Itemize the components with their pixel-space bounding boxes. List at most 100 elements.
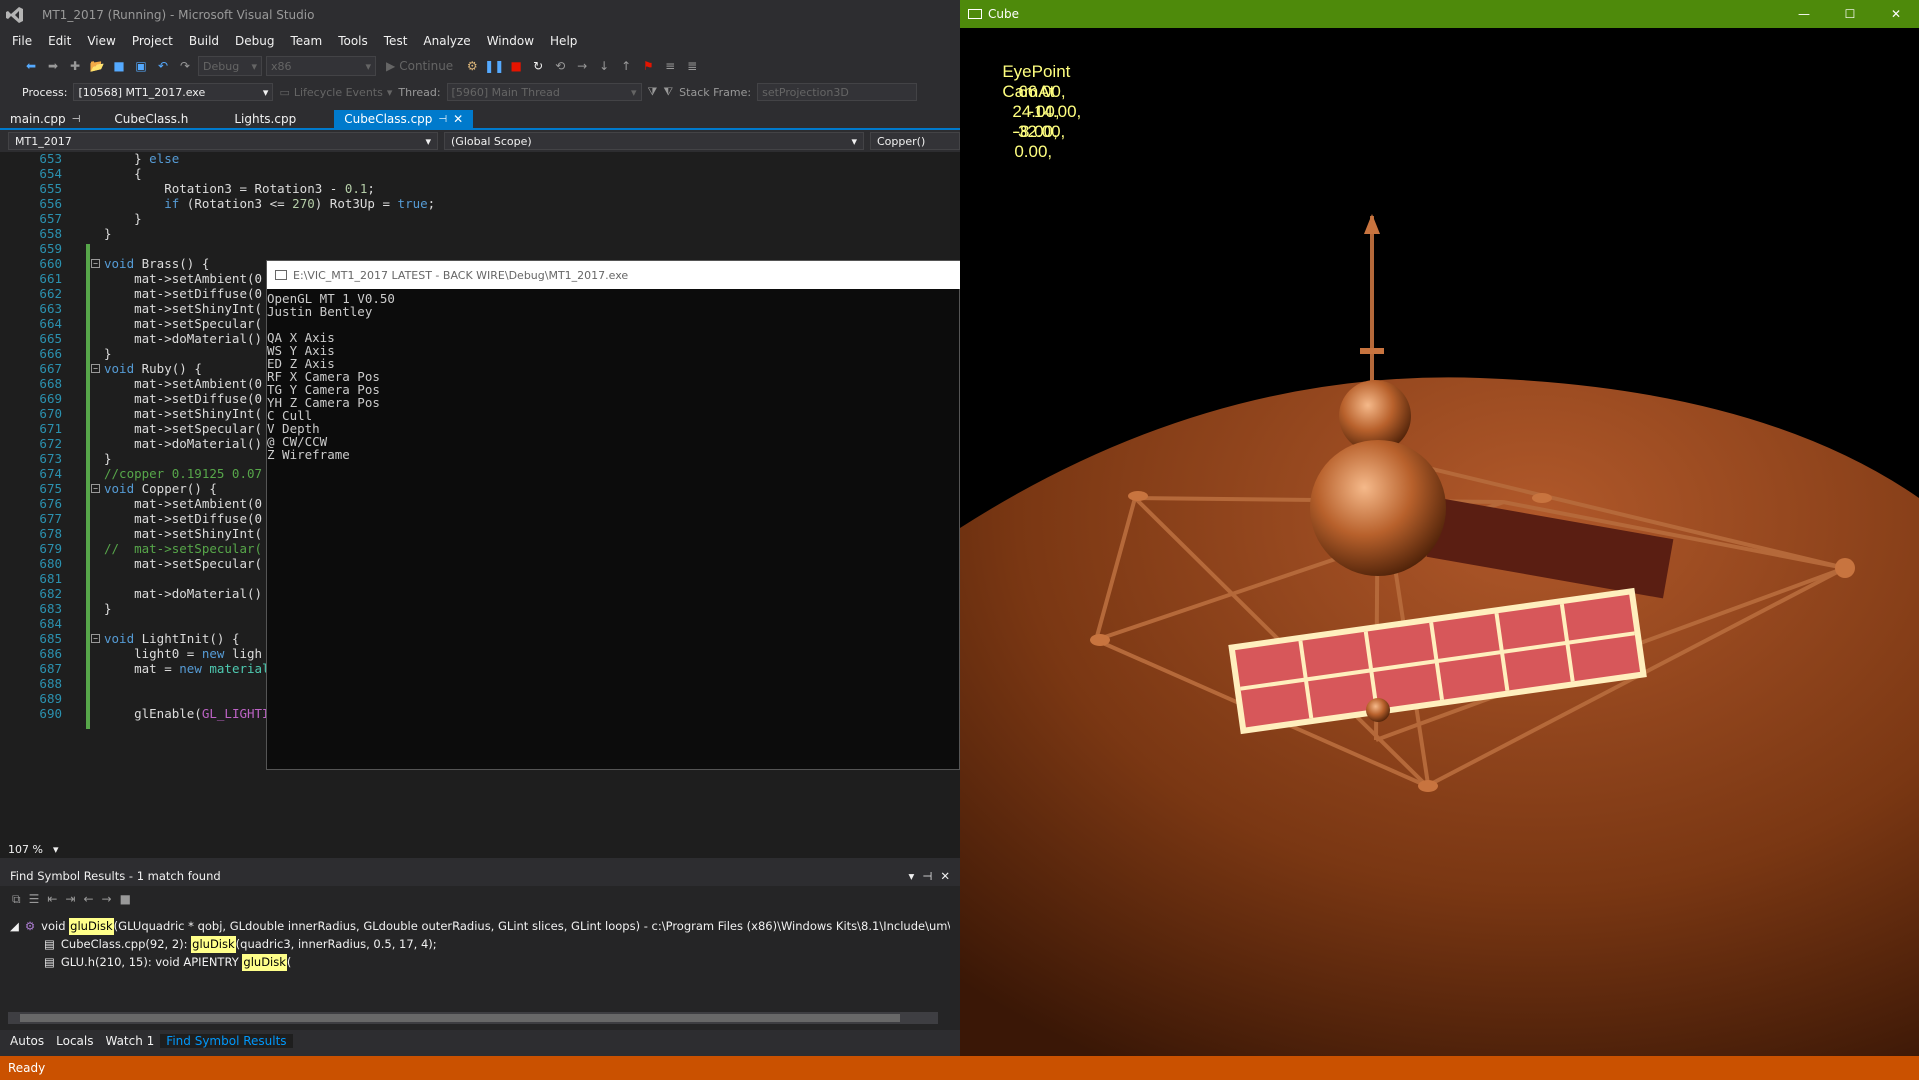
fold-toggle-icon[interactable]: − bbox=[91, 364, 100, 373]
symbol-result-row[interactable]: ◢ ⚙ void gluDisk (GLUquadric * qobj, GLd… bbox=[10, 918, 950, 935]
code-line: } bbox=[104, 601, 112, 616]
close-icon[interactable]: ✕ bbox=[453, 112, 463, 126]
uncomment-icon[interactable]: ≣ bbox=[683, 57, 701, 75]
tab-watch-1[interactable]: Watch 1 bbox=[99, 1034, 160, 1048]
menu-window[interactable]: Window bbox=[479, 30, 542, 52]
expand-arrow-icon[interactable]: ◢ bbox=[10, 918, 19, 935]
cube-window[interactable]: Cube — ☐ ✕ EyePoint 66.00, 24.00, -32.00… bbox=[960, 0, 1919, 1072]
expand-icon[interactable]: ⇥ bbox=[65, 892, 75, 906]
close-button[interactable]: ✕ bbox=[1873, 7, 1919, 21]
symbol-reference-row[interactable]: ▤ GLU.h(210, 15): void APIENTRY gluDisk … bbox=[44, 954, 291, 971]
tab-locals[interactable]: Locals bbox=[50, 1034, 99, 1048]
clear-icon[interactable]: ☰ bbox=[29, 892, 40, 906]
config-select[interactable]: Debug ▾ bbox=[198, 56, 262, 76]
menu-tools[interactable]: Tools bbox=[330, 30, 376, 52]
member-select[interactable]: Copper() bbox=[870, 132, 960, 150]
find-symbol-toolbar: ⧉ ☰ ⇤ ⇥ ← → ■ bbox=[0, 888, 960, 910]
flag-thread-icon[interactable]: ⧨ bbox=[663, 85, 673, 99]
open-file-icon[interactable]: 📂 bbox=[88, 57, 106, 75]
chevron-down-icon: ▾ bbox=[365, 59, 371, 73]
lifecycle-events-button[interactable]: ▭ Lifecycle Events ▾ bbox=[279, 86, 392, 99]
scrollbar-thumb[interactable] bbox=[20, 1014, 900, 1022]
tab-main-cpp[interactable]: main.cpp ⊣ bbox=[0, 110, 90, 128]
menu-test[interactable]: Test bbox=[376, 30, 416, 52]
vs-window-title: MT1_2017 (Running) - Microsoft Visual St… bbox=[42, 8, 315, 22]
filter-icon[interactable]: ⧩ bbox=[648, 85, 658, 99]
tab-lights-cpp[interactable]: Lights.cpp bbox=[198, 110, 306, 128]
previous-icon[interactable]: ← bbox=[83, 892, 93, 906]
scope-select[interactable]: (Global Scope) ▾ bbox=[444, 132, 864, 150]
chevron-down-icon: ▾ bbox=[851, 134, 857, 148]
tab-autos[interactable]: Autos bbox=[4, 1034, 50, 1048]
tab-find-symbol-results[interactable]: Find Symbol Results bbox=[160, 1034, 293, 1048]
tool-window-tabs: Autos Locals Watch 1 Find Symbol Results bbox=[0, 1030, 960, 1052]
fold-toggle-icon[interactable]: − bbox=[91, 634, 100, 643]
stackframe-select[interactable]: setProjection3D bbox=[757, 83, 918, 101]
fold-toggle-icon[interactable]: − bbox=[91, 484, 100, 493]
zoom-level[interactable]: 107 % bbox=[8, 843, 43, 856]
pin-icon[interactable]: ⊣ bbox=[72, 114, 81, 125]
menu-project[interactable]: Project bbox=[124, 30, 181, 52]
redo-icon[interactable]: ↷ bbox=[176, 57, 194, 75]
project-select[interactable]: MT1_2017 ▾ bbox=[8, 132, 438, 150]
menu-debug[interactable]: Debug bbox=[227, 30, 282, 52]
menu-team[interactable]: Team bbox=[282, 30, 330, 52]
breakpoint-icon[interactable]: ⚑ bbox=[639, 57, 657, 75]
pin-icon[interactable]: ⊣ bbox=[438, 114, 447, 125]
forward-icon[interactable]: ➡ bbox=[44, 57, 62, 75]
chevron-down-icon[interactable]: ▾ bbox=[53, 843, 59, 856]
tab-cubeclass-cpp[interactable]: CubeClass.cpp ⊣ ✕ bbox=[334, 110, 474, 128]
symbol-reference-row[interactable]: ▤ CubeClass.cpp(92, 2): gluDisk (quadric… bbox=[44, 936, 437, 953]
save-icon[interactable]: ■ bbox=[110, 57, 128, 75]
satellite-scene bbox=[960, 28, 1919, 1072]
lifecycle-icon: ▭ bbox=[279, 85, 290, 99]
back-icon[interactable]: ⬅ bbox=[22, 57, 40, 75]
minimize-button[interactable]: — bbox=[1781, 7, 1827, 21]
console-title-bar: E:\VIC_MT1_2017 LATEST - BACK WIRE\Debug… bbox=[267, 261, 961, 289]
console-window[interactable]: E:\VIC_MT1_2017 LATEST - BACK WIRE\Debug… bbox=[266, 260, 961, 770]
standard-toolbar: ⬅ ➡ ✚ 📂 ■ ▣ ↶ ↷ Debug ▾ x86 ▾ ▶ Continue ⚙ … bbox=[0, 52, 960, 80]
menu-help[interactable]: Help bbox=[542, 30, 585, 52]
joint-left bbox=[1090, 634, 1110, 646]
undo-icon[interactable]: ↶ bbox=[154, 57, 172, 75]
joint-topright bbox=[1532, 493, 1552, 503]
pause-icon[interactable]: ❚❚ bbox=[484, 57, 504, 75]
platform-select[interactable]: x86 ▾ bbox=[266, 56, 376, 76]
save-all-icon[interactable]: ▣ bbox=[132, 57, 150, 75]
dropdown-icon[interactable]: ▾ bbox=[909, 869, 915, 883]
step-into-icon[interactable]: ↓ bbox=[595, 57, 613, 75]
attach-icon[interactable]: ⚙ bbox=[463, 57, 481, 75]
app-window-icon bbox=[968, 9, 982, 19]
stop-icon[interactable]: ■ bbox=[507, 57, 525, 75]
process-select[interactable]: [10568] MT1_2017.exe ▾ bbox=[73, 83, 274, 101]
step-out-icon[interactable]: ↑ bbox=[617, 57, 635, 75]
comment-icon[interactable]: ≡ bbox=[661, 57, 679, 75]
menu-edit[interactable]: Edit bbox=[40, 30, 79, 52]
menu-view[interactable]: View bbox=[79, 30, 123, 52]
menu-analyze[interactable]: Analyze bbox=[415, 30, 478, 52]
restart-icon[interactable]: ↻ bbox=[529, 57, 547, 75]
maximize-button[interactable]: ☐ bbox=[1827, 7, 1873, 21]
new-project-icon[interactable]: ✚ bbox=[66, 57, 84, 75]
process-label: Process: bbox=[22, 85, 68, 99]
thread-select[interactable]: [5960] Main Thread ▾ bbox=[446, 83, 642, 101]
hot-reload-icon[interactable]: ⟲ bbox=[551, 57, 569, 75]
copy-icon[interactable]: ⧉ bbox=[12, 892, 21, 907]
step-over-icon[interactable]: → bbox=[573, 57, 591, 75]
menu-file[interactable]: File bbox=[4, 30, 40, 52]
stop-search-icon[interactable]: ■ bbox=[120, 892, 131, 906]
match-highlight: gluDisk bbox=[242, 954, 287, 971]
find-symbol-title: Find Symbol Results - 1 match found bbox=[10, 869, 221, 883]
continue-button[interactable]: ▶ Continue bbox=[380, 59, 459, 73]
pin-icon[interactable]: ⊣ bbox=[922, 869, 932, 883]
debug-location-toolbar: Process: [10568] MT1_2017.exe ▾ ▭ Lifecycl… bbox=[0, 80, 960, 104]
menu-build[interactable]: Build bbox=[181, 30, 227, 52]
close-icon[interactable]: ✕ bbox=[940, 869, 950, 883]
fold-toggle-icon[interactable]: − bbox=[91, 259, 100, 268]
code-line: mat->setSpecular( bbox=[104, 556, 263, 571]
status-bar: Ready bbox=[0, 1056, 1919, 1080]
collapse-icon[interactable]: ⇤ bbox=[47, 892, 57, 906]
next-icon[interactable]: → bbox=[102, 892, 112, 906]
opengl-viewport[interactable]: EyePoint 66.00, 24.00, -32.00, CamAt -14… bbox=[960, 28, 1919, 1072]
tab-cubeclass-h[interactable]: CubeClass.h bbox=[90, 110, 198, 128]
